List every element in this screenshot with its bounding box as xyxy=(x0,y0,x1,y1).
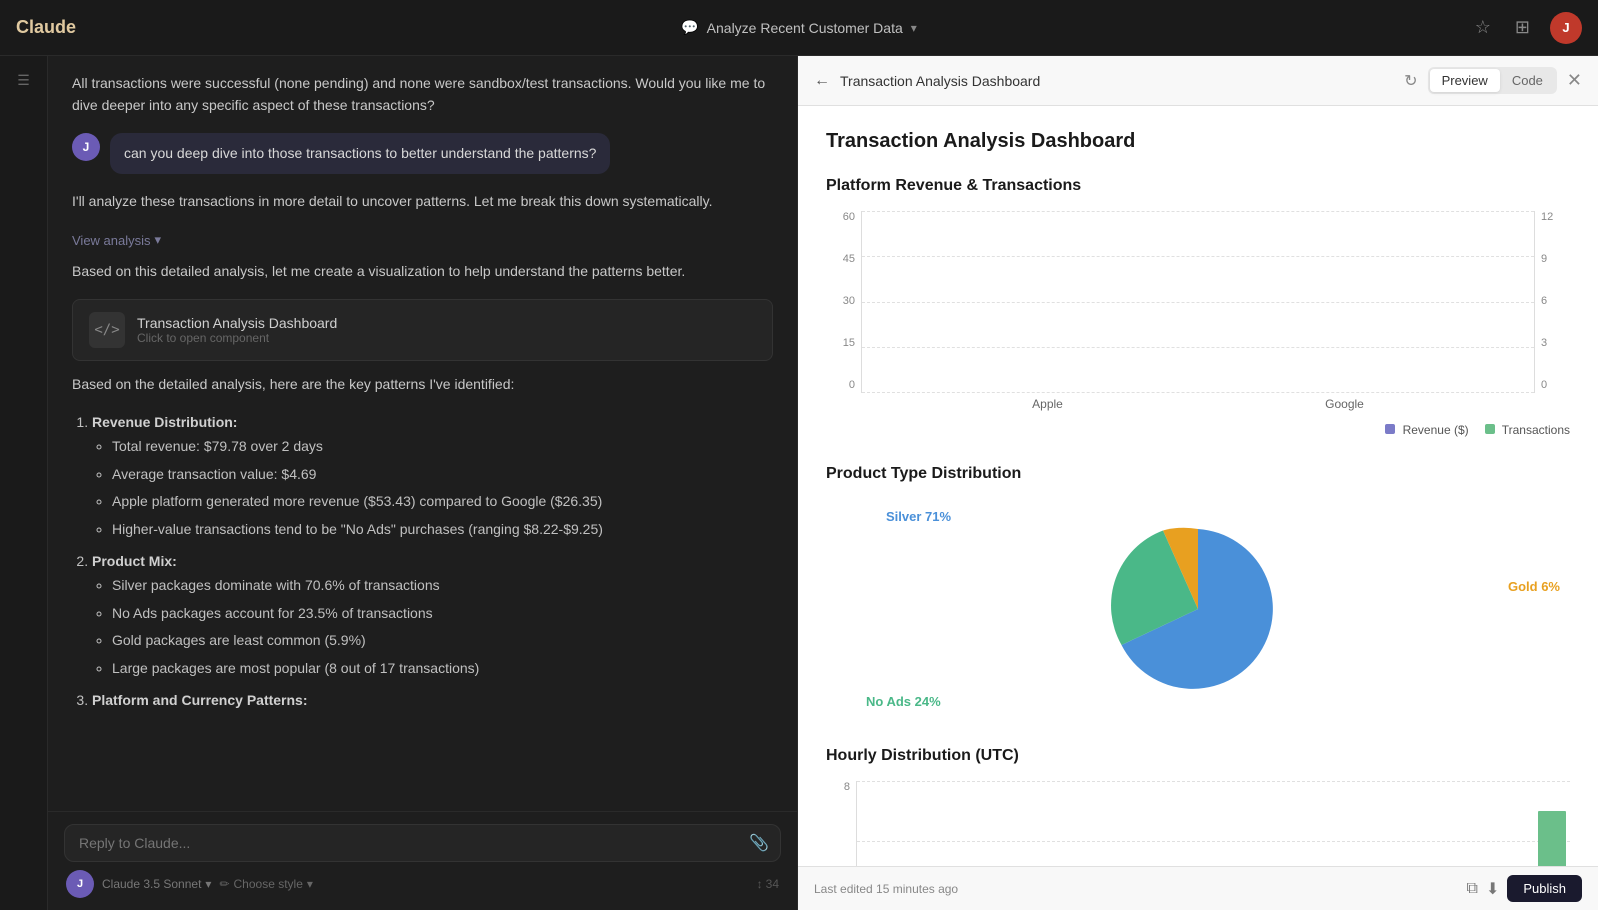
message-user-1: J can you deep dive into those transacti… xyxy=(72,133,773,174)
bar-chart-container: 60 45 30 15 0 xyxy=(826,211,1570,437)
pie-container: Silver 71% Gold 6% No Ads 24% xyxy=(826,499,1570,719)
preview-close-button[interactable]: ✕ xyxy=(1567,70,1582,91)
pattern-item: Apple platform generated more revenue ($… xyxy=(112,490,773,514)
bar-chart-title: Platform Revenue & Transactions xyxy=(826,177,1570,195)
preview-footer-actions: ⧉ ⬇ Publish xyxy=(1467,875,1582,902)
user-bubble: can you deep dive into those transaction… xyxy=(110,133,610,174)
pie-svg xyxy=(1108,519,1288,699)
token-count: ↕ 34 xyxy=(757,877,779,891)
attach-button[interactable]: 📎 xyxy=(749,833,769,853)
pattern-1-title: Revenue Distribution: xyxy=(92,414,237,430)
star-button[interactable]: ☆ xyxy=(1471,13,1495,42)
sidebar-toggle[interactable]: ☰ xyxy=(8,64,40,96)
pattern-item: Average transaction value: $4.69 xyxy=(112,463,773,487)
pattern-3-title: Platform and Currency Patterns: xyxy=(92,692,308,708)
pattern-2-title: Product Mix: xyxy=(92,553,177,569)
preview-refresh-button[interactable]: ↻ xyxy=(1404,71,1417,91)
chat-footer-left: J Claude 3.5 Sonnet ▾ ✏ Choose style ▾ xyxy=(66,870,313,898)
pie-label-noads: No Ads 24% xyxy=(866,694,941,709)
legend-dot-revenue xyxy=(1385,424,1395,434)
settings-button[interactable]: ⊞ xyxy=(1511,13,1534,42)
hourly-chart-title: Hourly Distribution (UTC) xyxy=(826,747,1570,765)
tab-code[interactable]: Code xyxy=(1500,69,1555,92)
pie-label-silver: Silver 71% xyxy=(886,509,951,524)
pattern-item: Silver packages dominate with 70.6% of t… xyxy=(112,574,773,598)
component-code-icon: </> xyxy=(89,312,125,348)
pie-chart-section: Product Type Distribution Silver 71% Gol… xyxy=(826,465,1570,719)
preview-tab-group: Preview Code xyxy=(1428,67,1557,94)
last-edited-text: Last edited 15 minutes ago xyxy=(814,882,958,896)
chat-footer: J Claude 3.5 Sonnet ▾ ✏ Choose style ▾ ↕… xyxy=(64,870,781,898)
message-assistant-2: I'll analyze these transactions in more … xyxy=(72,190,773,212)
hourly-chart-inner xyxy=(856,781,1570,866)
model-selector[interactable]: Claude 3.5 Sonnet ▾ xyxy=(102,877,211,891)
component-info: Transaction Analysis Dashboard Click to … xyxy=(137,315,337,345)
preview-header: ← Transaction Analysis Dashboard ↻ Previ… xyxy=(798,56,1598,106)
window-title: Analyze Recent Customer Data xyxy=(707,20,903,36)
view-analysis-button[interactable]: View analysis ▾ xyxy=(72,228,161,252)
top-bar-right: ☆ ⊞ J xyxy=(1471,12,1582,44)
message-assistant-4: Based on the detailed analysis, here are… xyxy=(72,373,773,395)
hourly-bars xyxy=(857,781,1570,866)
top-bar-center: 💬 Analyze Recent Customer Data ▾ xyxy=(681,19,917,36)
preview-content: Transaction Analysis Dashboard Platform … xyxy=(798,106,1598,866)
component-card[interactable]: </> Transaction Analysis Dashboard Click… xyxy=(72,299,773,361)
tab-preview[interactable]: Preview xyxy=(1430,69,1500,92)
component-title: Transaction Analysis Dashboard xyxy=(137,315,337,331)
bar-chart-inner: Apple Google xyxy=(861,211,1535,411)
h-bar-last xyxy=(1538,811,1565,866)
pattern-item: Total revenue: $79.78 over 2 days xyxy=(112,435,773,459)
bar-chart-grid xyxy=(861,211,1535,393)
app-logo: Claude xyxy=(16,17,76,38)
user-avatar: J xyxy=(1550,12,1582,44)
title-chevron: ▾ xyxy=(911,21,917,35)
key-patterns: Revenue Distribution: Total revenue: $79… xyxy=(72,411,773,713)
message-assistant-1: All transactions were successful (none p… xyxy=(72,72,773,117)
top-bar: Claude 💬 Analyze Recent Customer Data ▾ … xyxy=(0,0,1598,56)
chat-panel: All transactions were successful (none p… xyxy=(48,56,798,910)
hourly-y-axis: 8 6 xyxy=(826,781,856,866)
publish-button[interactable]: Publish xyxy=(1507,875,1582,902)
component-subtitle: Click to open component xyxy=(137,331,337,345)
copy-button[interactable]: ⧉ xyxy=(1467,880,1478,898)
pattern-item: Higher-value transactions tend to be "No… xyxy=(112,518,773,542)
bottom-avatar: J xyxy=(66,870,94,898)
preview-panel: ← Transaction Analysis Dashboard ↻ Previ… xyxy=(798,56,1598,910)
chat-input[interactable] xyxy=(64,824,781,862)
bar-x-labels: Apple Google xyxy=(861,397,1535,411)
left-sidebar: ☰ xyxy=(0,56,48,910)
chat-input-wrapper: 📎 xyxy=(64,824,781,862)
pattern-item: No Ads packages account for 23.5% of tra… xyxy=(112,602,773,626)
bar-legend: Revenue ($) Transactions xyxy=(826,423,1570,437)
user-message-avatar: J xyxy=(72,133,100,161)
chat-messages: All transactions were successful (none p… xyxy=(48,56,797,811)
pattern-item: Gold packages are least common (5.9%) xyxy=(112,629,773,653)
bar-chart-area: 60 45 30 15 0 xyxy=(826,211,1570,411)
pie-chart-title: Product Type Distribution xyxy=(826,465,1570,483)
hourly-chart-section: Hourly Distribution (UTC) 8 6 xyxy=(826,747,1570,866)
message-assistant-3: Based on this detailed analysis, let me … xyxy=(72,260,773,282)
preview-footer: Last edited 15 minutes ago ⧉ ⬇ Publish xyxy=(798,866,1598,910)
bar-chart-section: Platform Revenue & Transactions 60 45 30… xyxy=(826,177,1570,437)
main-layout: ☰ All transactions were successful (none… xyxy=(0,56,1598,910)
preview-panel-title: Transaction Analysis Dashboard xyxy=(840,73,1394,89)
chat-input-area: 📎 J Claude 3.5 Sonnet ▾ ✏ Choose style ▾ xyxy=(48,811,797,910)
download-button[interactable]: ⬇ xyxy=(1486,879,1499,899)
pattern-item: Large packages are most popular (8 out o… xyxy=(112,657,773,681)
preview-main-title: Transaction Analysis Dashboard xyxy=(826,130,1570,153)
legend-dot-transactions xyxy=(1485,424,1495,434)
bar-groups xyxy=(862,211,1534,393)
hourly-chart-area: 8 6 xyxy=(826,781,1570,866)
style-selector[interactable]: ✏ Choose style ▾ xyxy=(219,877,312,891)
preview-back-button[interactable]: ← xyxy=(814,72,830,90)
pie-label-gold: Gold 6% xyxy=(1508,579,1560,594)
chat-icon: 💬 xyxy=(681,19,698,36)
y-axis-left: 60 45 30 15 0 xyxy=(826,211,861,411)
y-axis-right: 12 9 6 3 0 xyxy=(1535,211,1570,411)
